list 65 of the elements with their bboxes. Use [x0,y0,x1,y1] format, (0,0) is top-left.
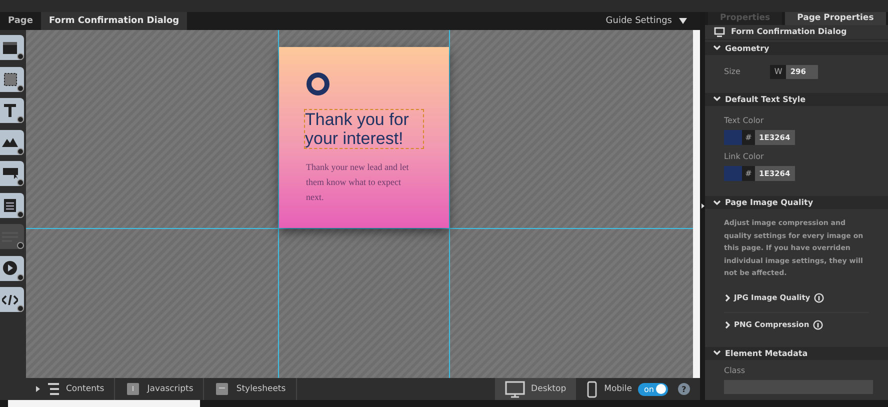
phone-icon [586,380,598,398]
form-tool-icon [4,198,16,212]
image-tool-icon [2,138,18,146]
box-tool-button[interactable] [0,66,24,92]
file-icon [214,381,230,397]
chevron-icon [713,95,721,104]
field-label: Text Color [724,116,765,125]
desktop-view-button[interactable]: Desktop [495,378,576,400]
table-tool-icon [2,232,18,242]
code-tool-button[interactable] [0,287,24,312]
scrollbar[interactable] [693,30,700,378]
options-dot[interactable] [17,148,24,154]
options-dot[interactable] [17,210,24,218]
chevron-icon [713,349,721,358]
color-swatch[interactable] [724,130,742,145]
help-button[interactable]: ? [678,383,690,395]
field-label: Size [724,67,740,76]
monitor-icon [714,26,725,37]
text-tool-icon [4,104,16,117]
panel-tab[interactable]: Page Properties [785,12,886,25]
section-header[interactable]: Page Image Quality [705,196,888,210]
ring-icon [306,72,330,96]
chevron-icon [713,44,721,52]
section-header[interactable]: Geometry [705,42,888,55]
field-label: Class [724,366,746,375]
dialog-heading[interactable]: Thank you for your interest! [305,110,423,148]
options-dot[interactable] [17,274,24,280]
color-swatch[interactable] [724,166,742,181]
collapse-arrow-icon[interactable] [700,203,704,209]
form-tool-button[interactable] [0,192,24,218]
chevron-icon [724,294,730,302]
monitor-icon [505,380,526,398]
guide-settings-dropdown[interactable]: Guide Settings [594,12,700,30]
hash-prefix: # [742,130,755,145]
dialog-body-text: Thank your new lead and let them know what to expect next. [306,161,410,204]
button-tool-icon [2,168,18,179]
text-tool-button[interactable] [0,98,24,123]
info-icon [813,320,824,330]
field-label: Link Color [724,152,765,161]
button-tool-button[interactable] [0,161,24,186]
info-icon [814,292,824,303]
video-tool-button[interactable] [0,256,24,280]
width-prefix: W [770,64,786,79]
section-tool-button[interactable] [0,35,24,60]
options-dot[interactable] [17,84,24,92]
chevron-icon [724,320,730,329]
hash-prefix: # [742,166,755,181]
chevron-icon [713,198,721,207]
video-tool-icon [3,261,17,275]
panel-title: Form Confirmation Dialog [731,27,847,36]
document-tab[interactable]: Form Confirmation Dialog [40,12,188,30]
options-dot[interactable] [17,116,24,123]
image-tool-button[interactable] [0,130,24,154]
section-header[interactable]: Element Metadata [705,346,888,360]
section-header[interactable]: Default Text Style [705,92,888,106]
caret-icon [678,17,688,25]
options-dot[interactable] [17,179,24,186]
section-tool-icon [3,42,17,54]
options-dot[interactable] [17,305,24,312]
file-icon [125,381,142,397]
code-tool-icon [2,294,18,304]
scrollbar[interactable] [8,400,200,407]
list-icon [36,381,60,397]
box-tool-icon [4,72,16,86]
options-dot[interactable] [17,53,24,60]
